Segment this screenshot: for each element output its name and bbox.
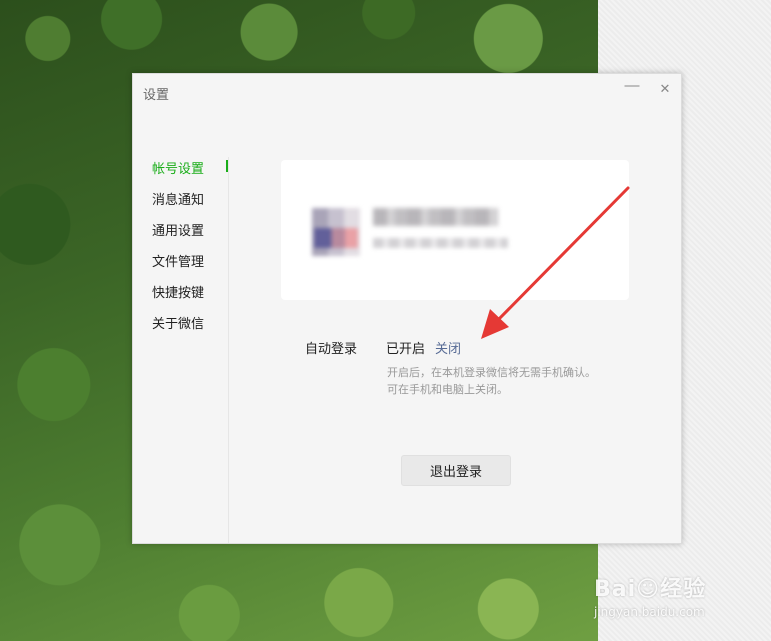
close-icon[interactable]: ✕ [656, 80, 674, 98]
auto-login-disable-link[interactable]: 关闭 [435, 338, 461, 357]
watermark-logo-text: Bai☺经验 [594, 577, 707, 602]
baidu-jingyan-watermark: Bai☺经验 jingyan.baidu.com [594, 571, 744, 626]
auto-login-description: 开启后，在本机登录微信将无需手机确认。 可在手机和电脑上关闭。 [387, 365, 596, 399]
auto-login-label: 自动登录 [305, 341, 358, 356]
blurred-account-id [373, 238, 508, 248]
auto-login-status: 已开启 [386, 341, 426, 356]
sidebar-item-notifications[interactable]: 消息通知 [152, 189, 204, 208]
sidebar-item-account-settings[interactable]: 帐号设置 [152, 158, 204, 177]
watermark-url: jingyan.baidu.com [594, 605, 705, 619]
logout-button[interactable]: 退出登录 [401, 455, 511, 486]
blurred-nickname [373, 208, 498, 226]
sidebar-item-file-management[interactable]: 文件管理 [152, 251, 204, 270]
sidebar-item-shortcuts[interactable]: 快捷按键 [152, 282, 204, 301]
sidebar-divider [228, 157, 229, 543]
settings-window: 设置 — ✕ 帐号设置 消息通知 通用设置 文件管理 快捷按键 关于微信 自动登… [132, 73, 682, 544]
sidebar-item-about-wechat[interactable]: 关于微信 [152, 313, 204, 332]
auto-login-desc-line2: 可在手机和电脑上关闭。 [387, 384, 508, 396]
avatar [300, 208, 360, 256]
auto-login-desc-line1: 开启后，在本机登录微信将无需手机确认。 [387, 367, 596, 379]
minimize-icon[interactable]: — [623, 77, 641, 95]
window-title: 设置 [143, 87, 170, 102]
profile-card [281, 160, 629, 300]
sidebar-item-general-settings[interactable]: 通用设置 [152, 220, 204, 239]
